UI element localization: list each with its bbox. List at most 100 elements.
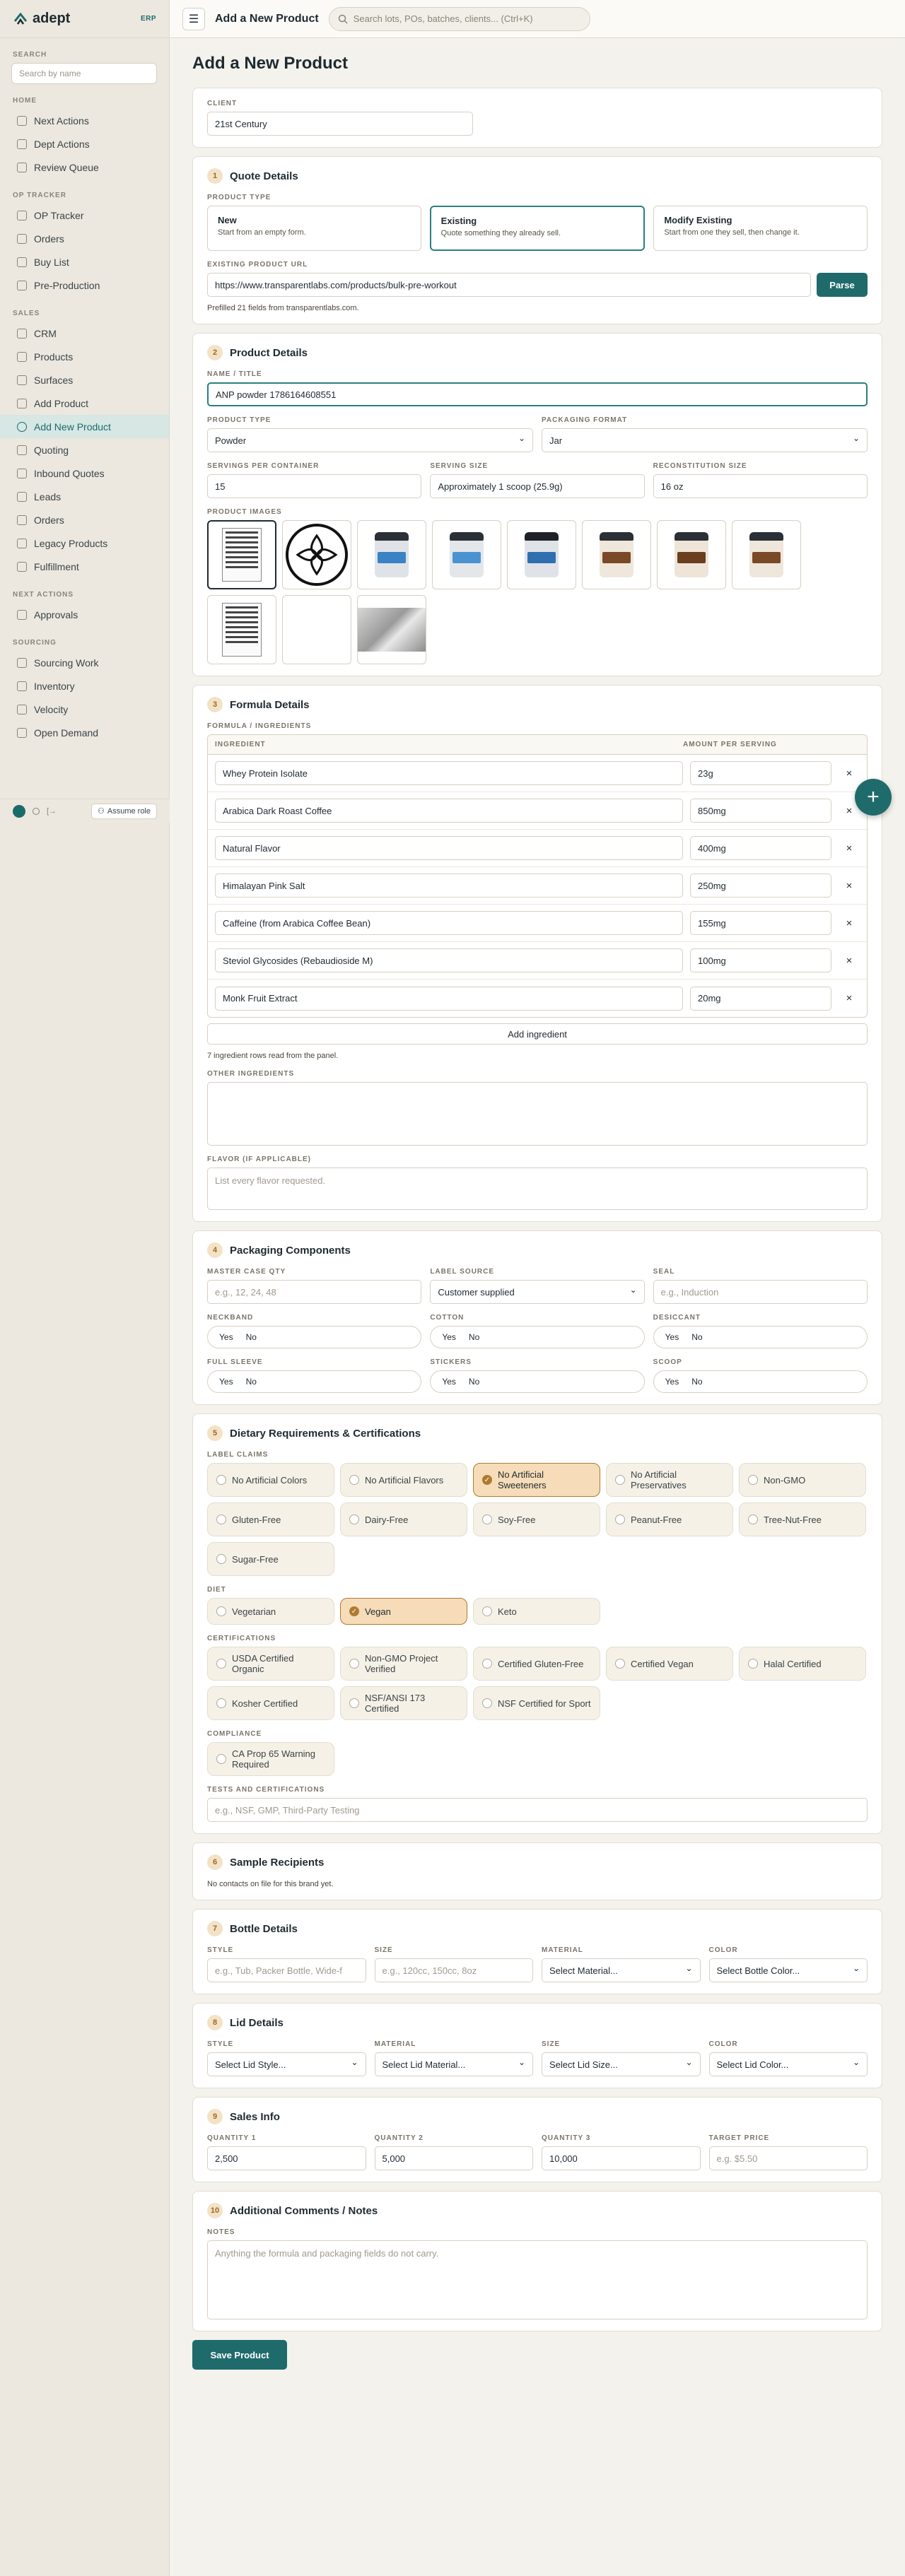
lid-color-select[interactable]: Select Lid Color... [708,2052,868,2076]
lid-size-select[interactable]: Select Lid Size... [542,2052,701,2076]
ingredient-name-input[interactable]: Caffeine (from Arabica Coffee Bean) [215,911,683,935]
sidebar-item-inventory[interactable]: Inventory [0,674,169,698]
chip-no-artificial-preservatives[interactable]: No Artificial Preservatives [606,1463,733,1497]
product-type-select[interactable]: Powder [207,428,533,452]
sidebar-item-legacy-products[interactable]: Legacy Products [0,531,169,555]
no-option[interactable]: No [691,1377,702,1387]
sidebar-item-products[interactable]: Products [0,345,169,368]
chip-sugar-free[interactable]: Sugar-Free [207,1542,334,1576]
bottle-material-select[interactable]: Select Material... [542,1958,701,1982]
quantity-3-input[interactable]: 10,000 [542,2146,701,2170]
chip-kosher-certified[interactable]: Kosher Certified [207,1686,334,1720]
chip-vegetarian[interactable]: Vegetarian [207,1598,334,1625]
sidebar-item-approvals[interactable]: Approvals [0,603,169,626]
image-thumb-logo[interactable] [282,520,351,589]
sidebar-item-sourcing-work[interactable]: Sourcing Work [0,651,169,674]
remove-ingredient-icon[interactable]: × [839,955,860,967]
name-input[interactable]: ANP powder 1786164608551 [207,382,868,406]
assume-role-button[interactable]: ⚇ Assume role [90,803,157,819]
sidebar-item-op-tracker[interactable]: OP Tracker [0,204,169,227]
ingredient-name-input[interactable]: Himalayan Pink Salt [215,874,683,898]
seal-input[interactable]: e.g., Induction [653,1280,868,1304]
chip-nsf-ansi-173-certified[interactable]: NSF/ANSI 173 Certified [340,1686,467,1720]
yes-option[interactable]: Yes [219,1332,233,1342]
image-thumb-jar-2[interactable] [432,520,501,589]
remove-ingredient-icon[interactable]: × [839,805,860,817]
client-input[interactable]: 21st Century [207,112,473,136]
chip-soy-free[interactable]: Soy-Free [473,1502,600,1536]
sidebar-item-add-product[interactable]: Add Product [0,392,169,415]
lid-material-select[interactable]: Select Lid Material... [374,2052,533,2076]
sidebar-item-quoting[interactable]: Quoting [0,438,169,461]
add-ingredient-button[interactable]: Add ingredient [207,1023,868,1045]
sidebar-item-orders[interactable]: Orders [0,227,169,250]
target-price-input[interactable]: e.g. $5.50 [708,2146,868,2170]
chip-non-gmo-project-verified[interactable]: Non-GMO Project Verified [340,1647,467,1681]
remove-ingredient-icon[interactable]: × [839,992,860,1004]
servings-input[interactable]: 15 [207,474,422,498]
bottle-style-input[interactable]: e.g., Tub, Packer Bottle, Wide-f [207,1958,366,1982]
ingredient-amount-input[interactable]: 20mg [690,986,831,1011]
product-type-option-existing[interactable]: Existing Quote something they already sel… [429,206,646,251]
packaging-format-select[interactable]: Jar [542,428,868,452]
ingredient-amount-input[interactable]: 23g [690,761,831,785]
chip-no-artificial-flavors[interactable]: No Artificial Flavors [340,1463,467,1497]
ingredient-name-input[interactable]: Whey Protein Isolate [215,761,683,785]
yes-option[interactable]: Yes [442,1377,456,1387]
image-thumb-lifestyle[interactable] [357,595,426,664]
label-source-select[interactable]: Customer supplied [430,1280,645,1304]
master-case-input[interactable]: e.g., 12, 24, 48 [207,1280,422,1304]
add-fab-button[interactable]: + [855,779,892,816]
chip-gluten-free[interactable]: Gluten-Free [207,1502,334,1536]
menu-icon[interactable]: ☰ [182,7,205,30]
quantity-2-input[interactable]: 5,000 [374,2146,533,2170]
chip-halal-certified[interactable]: Halal Certified [739,1647,866,1681]
no-option[interactable]: No [246,1377,257,1387]
other-ingredients-textarea[interactable] [207,1082,868,1146]
sidebar-item-inbound-quotes[interactable]: Inbound Quotes [0,461,169,485]
product-type-option-modify-existing[interactable]: Modify Existing Start from one they sell,… [653,206,868,251]
image-thumb-supplement-facts-2[interactable] [207,595,276,664]
chip-certified-gluten-free[interactable]: Certified Gluten-Free [473,1647,600,1681]
sidebar-item-next-actions[interactable]: Next Actions [0,109,169,132]
product-url-input[interactable]: https://www.transparentlabs.com/products… [207,273,811,297]
chip-peanut-free[interactable]: Peanut-Free [606,1502,733,1536]
tests-input[interactable]: e.g., NSF, GMP, Third-Party Testing [207,1798,868,1822]
chip-vegan[interactable]: ✓ Vegan [340,1598,467,1625]
image-thumb-jar-6[interactable] [732,520,801,589]
no-option[interactable]: No [691,1332,702,1342]
remove-ingredient-icon[interactable]: × [839,767,860,780]
sidebar-item-review-queue[interactable]: Review Queue [0,155,169,179]
ingredient-amount-input[interactable]: 850mg [690,799,831,823]
user-avatar[interactable] [13,804,25,818]
no-option[interactable]: No [469,1332,479,1342]
chip-nsf-certified-for-sport[interactable]: NSF Certified for Sport [473,1686,600,1720]
ingredient-amount-input[interactable]: 400mg [690,836,831,860]
remove-ingredient-icon[interactable]: × [839,842,860,854]
image-thumb-jar-3[interactable] [507,520,576,589]
quantity-1-input[interactable]: 2,500 [207,2146,366,2170]
no-option[interactable]: No [246,1332,257,1342]
chip-no-artificial-colors[interactable]: No Artificial Colors [207,1463,334,1497]
bottle-color-select[interactable]: Select Bottle Color... [708,1958,868,1982]
bottle-size-input[interactable]: e.g., 120cc, 150cc, 8oz [374,1958,533,1982]
parse-button[interactable]: Parse [817,273,868,297]
chip-usda-certified-organic[interactable]: USDA Certified Organic [207,1647,334,1681]
settings-icon[interactable] [33,807,40,815]
chip-ca-prop-65-warning-required[interactable]: CA Prop 65 Warning Required [207,1742,334,1776]
remove-ingredient-icon[interactable]: × [839,917,860,929]
sidebar-item-open-demand[interactable]: Open Demand [0,721,169,744]
chip-no-artificial-sweeteners[interactable]: ✓ No Artificial Sweeteners [473,1463,600,1497]
ingredient-name-input[interactable]: Steviol Glycosides (Rebaudioside M) [215,948,683,972]
sidebar-item-orders[interactable]: Orders [0,508,169,531]
image-thumb-jar-4[interactable] [582,520,651,589]
product-type-option-new[interactable]: New Start from an empty form. [207,206,421,251]
serving-size-input[interactable]: Approximately 1 scoop (25.9g) [430,474,645,498]
yes-option[interactable]: Yes [442,1332,456,1342]
ingredient-amount-input[interactable]: 250mg [690,874,831,898]
chip-non-gmo[interactable]: Non-GMO [739,1463,866,1497]
chip-keto[interactable]: Keto [473,1598,600,1625]
reconstitution-input[interactable]: 16 oz [653,474,868,498]
flavor-textarea[interactable]: List every flavor requested. [207,1168,868,1210]
save-product-button[interactable]: Save Product [192,2340,287,2370]
